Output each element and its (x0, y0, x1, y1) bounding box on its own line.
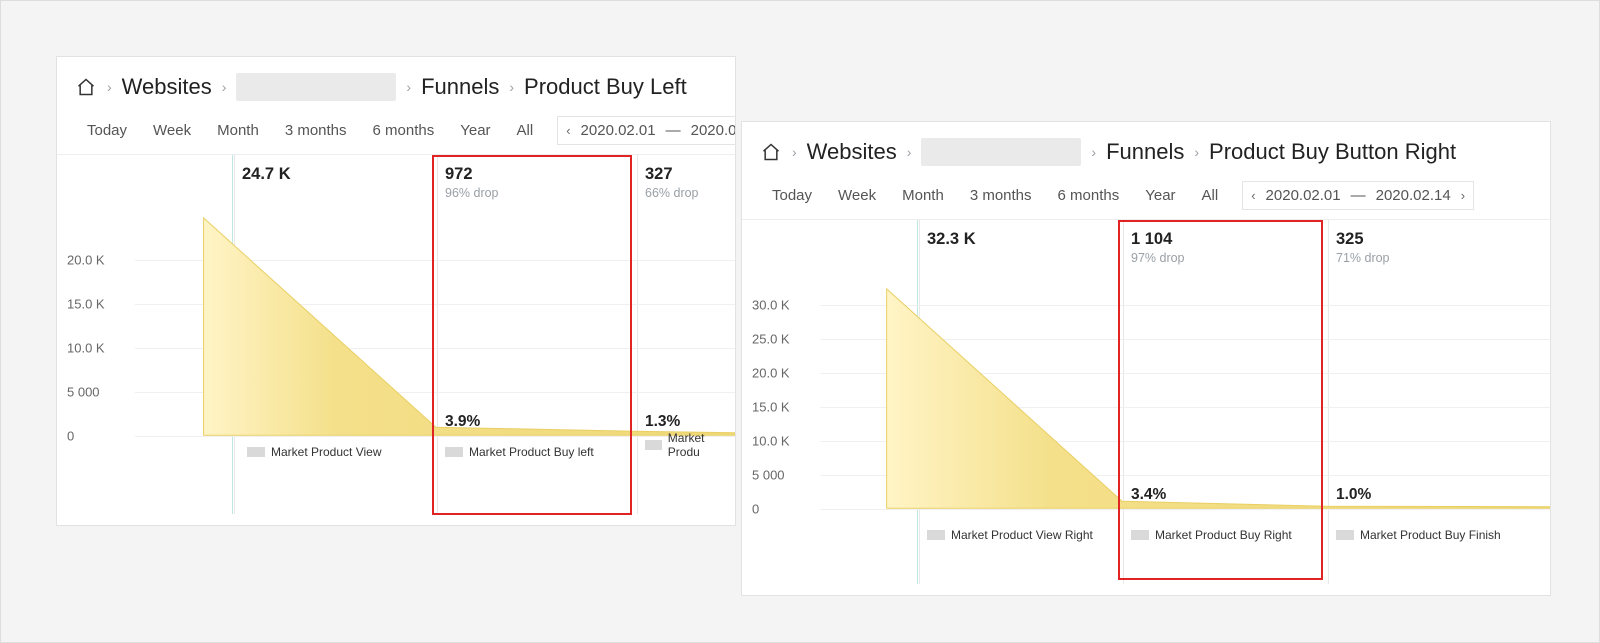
chevron-left-icon[interactable]: ‹ (1251, 188, 1255, 203)
stage-pct-2: 3.4% (1131, 486, 1166, 504)
funnel-chart-left: 20.0 K 15.0 K 10.0 K 5 000 0 24.7 K (57, 154, 735, 514)
stage-drop: 71% drop (1336, 251, 1390, 265)
breadcrumb-funnels[interactable]: Funnels (1106, 139, 1184, 165)
tab-month[interactable]: Month (890, 180, 956, 211)
breadcrumb: › Websites › › Funnels › Product Buy But… (742, 122, 1550, 180)
legend-1: Market Product View (247, 445, 382, 459)
date-range-picker[interactable]: ‹ 2020.02.01 — 2020.02.14 › (1242, 181, 1474, 210)
legend-2: Market Product Buy left (445, 445, 594, 459)
panel-left: › Websites › › Funnels › Product Buy Lef… (56, 56, 736, 526)
chevron-right-icon: › (406, 79, 411, 95)
legend-label: Market Product Buy Finish (1360, 528, 1501, 542)
tab-all[interactable]: All (505, 115, 546, 146)
stage-header-1: 32.3 K (927, 230, 976, 249)
chevron-right-icon: › (1194, 144, 1199, 160)
legend-swatch (645, 440, 662, 450)
date-from: 2020.02.01 (581, 122, 656, 139)
date-sep: — (666, 122, 681, 139)
breadcrumb-websites[interactable]: Websites (122, 74, 212, 100)
period-tabs: Today Week Month 3 months 6 months Year … (742, 180, 1550, 219)
legend-swatch (247, 447, 265, 457)
chevron-left-icon[interactable]: ‹ (566, 123, 570, 138)
tab-today[interactable]: Today (760, 180, 824, 211)
legend-1: Market Product View Right (927, 528, 1093, 542)
tab-year[interactable]: Year (448, 115, 502, 146)
stage-header-1: 24.7 K (242, 165, 291, 184)
date-to: 2020.02.14 (691, 122, 736, 139)
date-from: 2020.02.01 (1266, 187, 1341, 204)
breadcrumb-site-redacted[interactable] (921, 138, 1081, 166)
date-sep: — (1351, 187, 1366, 204)
chevron-right-icon[interactable]: › (1461, 188, 1465, 203)
breadcrumb-websites[interactable]: Websites (807, 139, 897, 165)
legend-label: Market Product Buy left (469, 445, 594, 459)
legend-3: Market Product Buy Finish (1336, 528, 1501, 542)
legend-label: Market Product View (271, 445, 382, 459)
tab-6months[interactable]: 6 months (1046, 180, 1132, 211)
chevron-right-icon: › (907, 144, 912, 160)
breadcrumb-current: Product Buy Button Right (1209, 139, 1456, 165)
stage-value: 32.3 K (927, 230, 976, 249)
tab-3months[interactable]: 3 months (273, 115, 359, 146)
chevron-right-icon: › (222, 79, 227, 95)
stage-pct-3: 1.0% (1336, 486, 1371, 504)
tab-year[interactable]: Year (1133, 180, 1187, 211)
breadcrumb-current: Product Buy Left (524, 74, 687, 100)
chevron-right-icon: › (792, 144, 797, 160)
stage-drop: 66% drop (645, 186, 699, 200)
legend-swatch (927, 530, 945, 540)
home-icon[interactable] (75, 77, 97, 97)
funnel-shape (57, 155, 735, 514)
legend-swatch (1131, 530, 1149, 540)
date-range-picker[interactable]: ‹ 2020.02.01 — 2020.02.14 › (557, 116, 736, 145)
tab-3months[interactable]: 3 months (958, 180, 1044, 211)
legend-swatch (1336, 530, 1354, 540)
breadcrumb-site-redacted[interactable] (236, 73, 396, 101)
tab-today[interactable]: Today (75, 115, 139, 146)
tab-all[interactable]: All (1190, 180, 1231, 211)
stage-value: 24.7 K (242, 165, 291, 184)
legend-3: Market Produ (645, 431, 735, 459)
legend-label: Market Produ (668, 431, 735, 459)
stage-value: 327 (645, 165, 699, 184)
stage-value: 1 104 (1131, 230, 1185, 249)
stage-header-2: 972 96% drop (445, 165, 499, 200)
tab-week[interactable]: Week (826, 180, 888, 211)
chevron-right-icon: › (509, 79, 514, 95)
stage-pct-3: 1.3% (645, 413, 680, 431)
legend-label: Market Product Buy Right (1155, 528, 1292, 542)
breadcrumb: › Websites › › Funnels › Product Buy Lef… (57, 57, 735, 115)
chevron-right-icon: › (1091, 144, 1096, 160)
legend-swatch (445, 447, 463, 457)
stage-drop: 97% drop (1131, 251, 1185, 265)
stage-drop: 96% drop (445, 186, 499, 200)
funnel-chart-right: 30.0 K 25.0 K 20.0 K 15.0 K 10.0 K 5 000… (742, 219, 1550, 584)
stage-value: 972 (445, 165, 499, 184)
legend-label: Market Product View Right (951, 528, 1093, 542)
stage-pct-2: 3.9% (445, 413, 480, 431)
home-icon[interactable] (760, 142, 782, 162)
tab-6months[interactable]: 6 months (361, 115, 447, 146)
legend-2: Market Product Buy Right (1131, 528, 1292, 542)
stage-header-3: 327 66% drop (645, 165, 699, 200)
chevron-right-icon: › (107, 79, 112, 95)
date-to: 2020.02.14 (1376, 187, 1451, 204)
panel-right: › Websites › › Funnels › Product Buy But… (741, 121, 1551, 596)
stage-header-3: 325 71% drop (1336, 230, 1390, 265)
tab-month[interactable]: Month (205, 115, 271, 146)
stage-header-2: 1 104 97% drop (1131, 230, 1185, 265)
breadcrumb-funnels[interactable]: Funnels (421, 74, 499, 100)
period-tabs: Today Week Month 3 months 6 months Year … (57, 115, 735, 154)
tab-week[interactable]: Week (141, 115, 203, 146)
stage-value: 325 (1336, 230, 1390, 249)
